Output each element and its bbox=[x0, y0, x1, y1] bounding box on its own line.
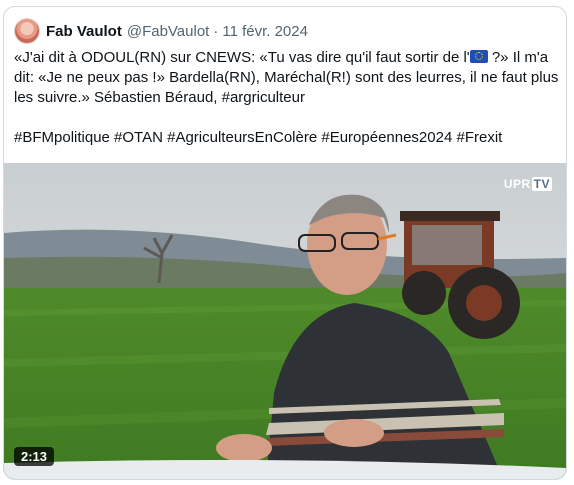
author-name[interactable]: Fab Vaulot bbox=[46, 23, 122, 40]
tweet-card[interactable]: Fab Vaulot @FabVaulot · 11 févr. 2024 «J… bbox=[3, 6, 567, 480]
watermark-text: UPR bbox=[503, 177, 531, 191]
channel-watermark: UPR TV bbox=[504, 177, 552, 191]
eu-flag-icon bbox=[469, 50, 488, 63]
author-avatar[interactable] bbox=[14, 18, 40, 44]
separator: · bbox=[213, 22, 219, 40]
tweet-header: Fab Vaulot @FabVaulot · 11 févr. 2024 bbox=[14, 17, 308, 45]
watermark-box: TV bbox=[531, 177, 552, 191]
video-frame bbox=[4, 163, 566, 479]
video-player[interactable]: UPR TV 2:13 bbox=[4, 163, 566, 479]
tweet-text: «J'ai dit à ODOUL(RN) sur CNEWS: «Tu vas… bbox=[14, 48, 559, 148]
tweet-text-part1: «J'ai dit à ODOUL(RN) sur CNEWS: «Tu vas… bbox=[14, 49, 470, 66]
video-duration-badge: 2:13 bbox=[14, 447, 55, 466]
tweet-date[interactable]: 11 févr. 2024 bbox=[222, 23, 308, 40]
author-handle[interactable]: @FabVaulot bbox=[127, 23, 210, 40]
